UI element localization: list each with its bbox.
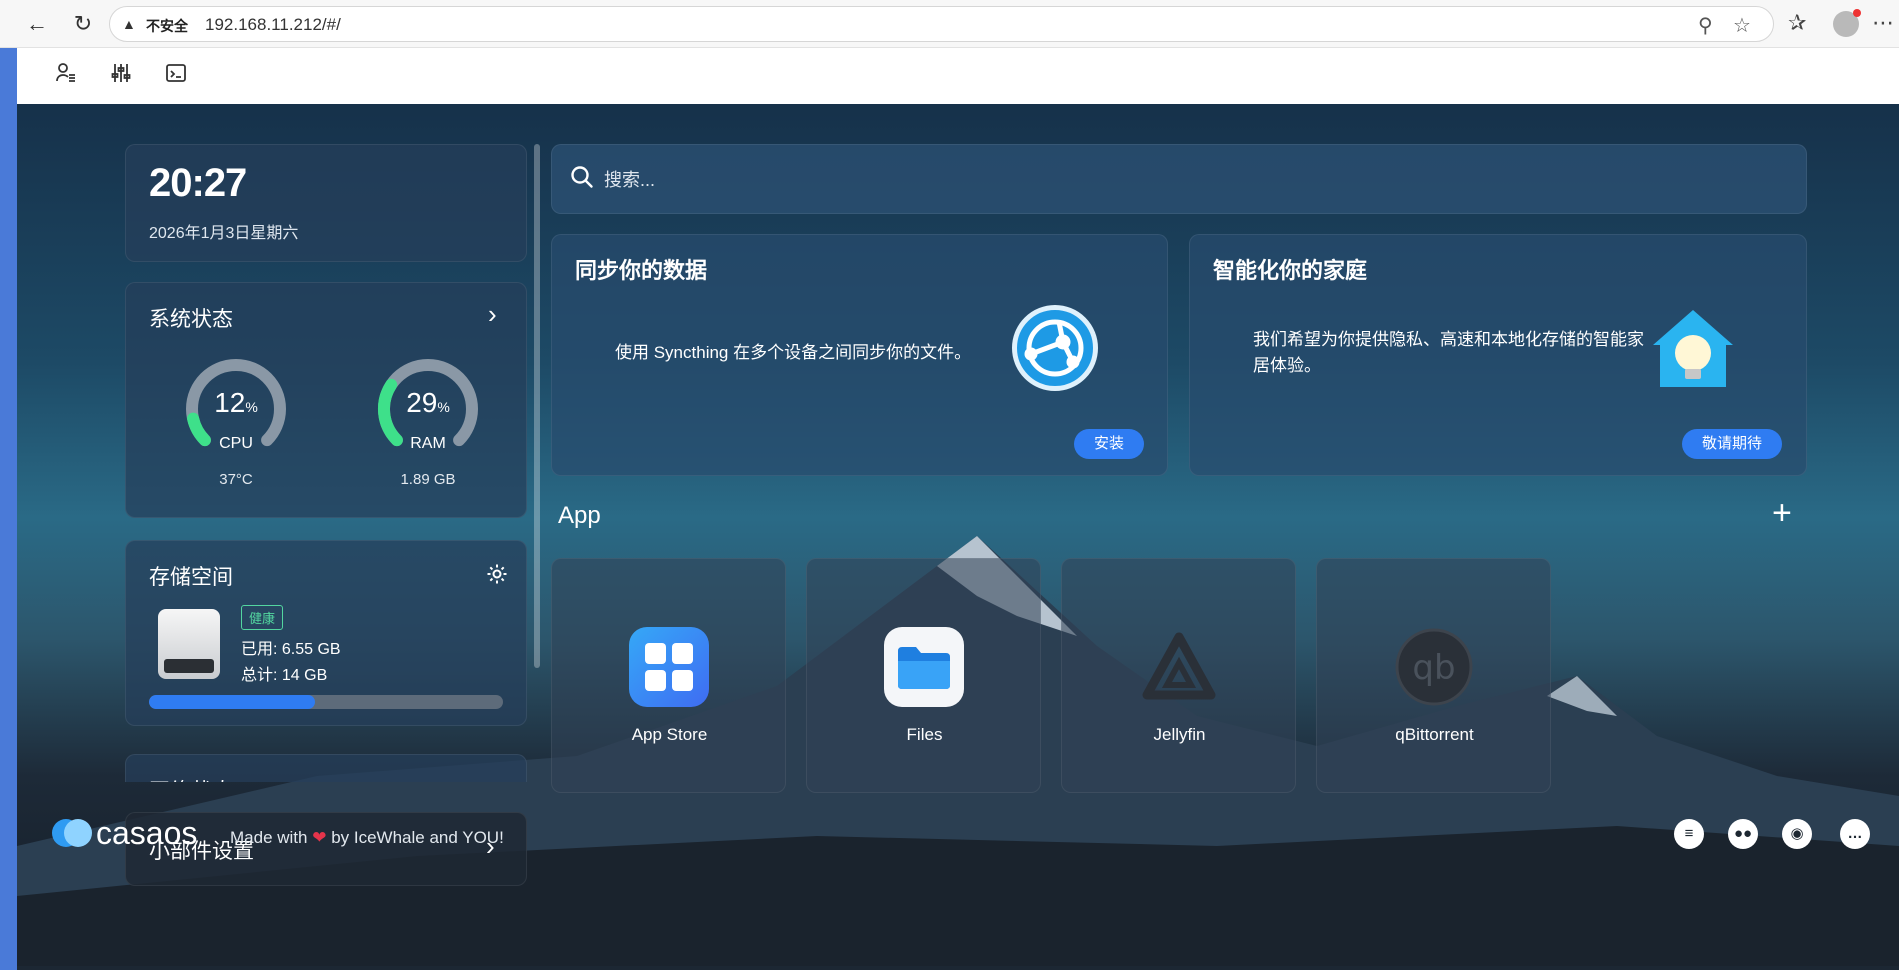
search-icon (571, 166, 593, 188)
add-app-icon[interactable]: + (1772, 496, 1792, 530)
sliders-icon[interactable] (107, 62, 135, 90)
storage-progress-fill (149, 695, 316, 709)
app-tile-files[interactable]: Files (806, 558, 1041, 793)
feedback-icon[interactable]: ≡ (1674, 819, 1704, 849)
qbittorrent-icon: qb (1394, 627, 1474, 707)
smart-home-bulb-icon (1648, 305, 1738, 395)
profile-icon[interactable] (1833, 9, 1861, 37)
ram-value: 29% (406, 387, 450, 418)
system-status-title: 系统状态 (149, 308, 233, 331)
app-name: Jellyfin (1153, 725, 1206, 744)
sync-promo-desc: 使用 Syncthing 在多个设备之间同步你的文件。 (615, 343, 972, 362)
storage-title: 存储空间 (149, 566, 233, 589)
app-toolbar (17, 48, 1899, 104)
warning-icon: ▲ (122, 16, 136, 32)
ram-label: RAM (410, 435, 446, 452)
sync-promo-title: 同步你的数据 (575, 258, 708, 283)
url-text[interactable]: 192.168.11.212/#/ (205, 15, 341, 35)
svg-text:casaos: casaos (96, 815, 197, 851)
cpu-temperature: 37°C (219, 471, 253, 488)
back-arrow-icon[interactable]: ← (24, 11, 50, 37)
ram-gauge: 29% RAM (366, 347, 490, 471)
syncthing-icon (1012, 305, 1098, 391)
cpu-value: 12% (214, 387, 258, 418)
clock-time: 20:27 (149, 161, 247, 205)
discord-icon[interactable]: ●● (1728, 819, 1758, 849)
browser-toolbar: ← ↻ ▲ 不安全 192.168.11.212/#/ ⚲ ☆ ✰ ⋯ (0, 0, 1899, 48)
heart-icon: ❤ (312, 828, 327, 847)
storage-used: 已用: 6.55 GB (241, 641, 341, 658)
app-section-title: App (558, 502, 601, 529)
smart-home-promo-card: 智能化你的家庭 我们希望为你提供隐私、高速和本地化存储的智能家居体验。 敬请期待 (1189, 234, 1807, 476)
smart-home-promo-title: 智能化你的家庭 (1213, 258, 1368, 283)
widget-scrollbar[interactable] (534, 144, 540, 668)
reload-icon[interactable]: ↻ (70, 11, 96, 37)
svg-text:qb: qb (1412, 648, 1455, 688)
storage-total: 总计: 14 GB (241, 667, 328, 684)
terminal-icon[interactable] (162, 62, 190, 90)
favorites-icon[interactable]: ✰ (1788, 10, 1806, 36)
health-badge: 健康 (241, 605, 284, 630)
storage-progress-bar (149, 695, 503, 709)
app-name: App Store (631, 725, 708, 744)
github-icon[interactable]: ◉ (1782, 819, 1812, 849)
gear-icon[interactable] (486, 561, 508, 592)
coming-soon-button[interactable]: 敬请期待 (1682, 429, 1783, 459)
search-input[interactable] (604, 163, 1784, 197)
app-name: Files (906, 725, 943, 744)
star-icon[interactable]: ☆ (1733, 13, 1751, 38)
cpu-label: CPU (219, 435, 253, 452)
clock-date: 2026年1月3日星期六 (149, 225, 299, 242)
user-list-icon[interactable] (52, 62, 80, 90)
sync-promo-card: 同步你的数据 使用 Syncthing 在多个设备之间同步你的文件。 安装 (551, 234, 1168, 476)
chevron-right-icon[interactable]: › (488, 299, 497, 330)
install-button[interactable]: 安装 (1074, 429, 1145, 459)
files-icon (884, 627, 964, 707)
chat-icon[interactable]: … (1840, 819, 1870, 849)
disk-icon (158, 609, 220, 679)
app-tile-jellyfin[interactable]: Jellyfin (1061, 558, 1296, 793)
search-bar (551, 144, 1807, 214)
cpu-gauge: 12% CPU (174, 347, 298, 471)
system-status-widget: 系统状态 › 12% CPU 37°C 29% RAM 1.89 GB (125, 282, 527, 518)
smart-home-promo-desc: 我们希望为你提供隐私、高速和本地化存储的智能家居体验。 (1253, 330, 1644, 375)
footer-credit: Made with ❤ by IceWhale and YOU! (230, 828, 504, 847)
ram-usage: 1.89 GB (400, 471, 456, 488)
casaos-logo: casaos (44, 811, 224, 851)
app-store-icon (629, 627, 709, 707)
app-tile-app-store[interactable]: App Store (551, 558, 786, 793)
clock-widget: 20:27 2026年1月3日星期六 (125, 144, 527, 262)
insecure-label: 不安全 (146, 18, 188, 34)
more-icon[interactable]: ⋯ (1872, 10, 1894, 36)
app-tile-qbittorrent[interactable]: qb qBittorrent (1316, 558, 1551, 793)
left-edge-strip (0, 48, 17, 970)
jellyfin-icon (1139, 627, 1219, 707)
address-bar[interactable]: ▲ 不安全 192.168.11.212/#/ ⚲ ☆ (109, 6, 1774, 42)
storage-widget: 存储空间 健康 已用: 6.55 GB 总计: 14 GB (125, 540, 527, 726)
app-name: qBittorrent (1395, 725, 1474, 744)
key-icon[interactable]: ⚲ (1698, 13, 1713, 38)
